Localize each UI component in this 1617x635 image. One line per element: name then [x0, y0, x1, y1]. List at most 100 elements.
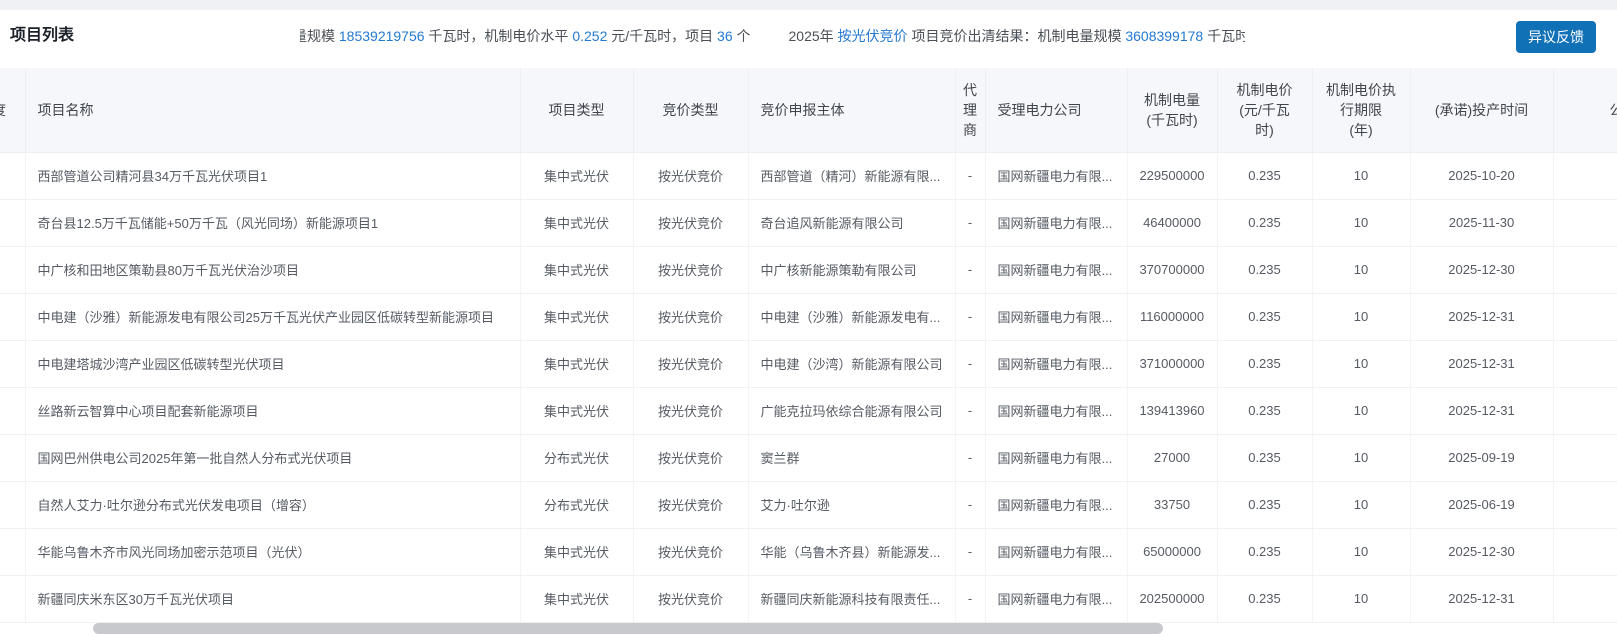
cell-mechanism-energy: 33750	[1127, 481, 1217, 528]
cell-agent: -	[955, 434, 985, 481]
cell-project-type: 集中式光伏	[520, 387, 633, 434]
cell-project-type: 集中式光伏	[520, 575, 633, 622]
header-agent: 代理商	[955, 68, 985, 152]
cell-bid-entity: 奇台追风新能源有限公司	[748, 199, 955, 246]
cell-clipped	[0, 340, 25, 387]
table-row: 西部管道公司精河县34万千瓦光伏项目1 集中式光伏 按光伏竞价 西部管道（精河）…	[0, 152, 1617, 199]
cell-mechanism-price: 0.235	[1217, 340, 1312, 387]
header-commissioning-date: (承诺)投产时间	[1410, 68, 1553, 152]
cell-agent: -	[955, 293, 985, 340]
cell-accepting-company: 国网新疆电力有限...	[985, 293, 1127, 340]
cell-project-type: 集中式光伏	[520, 340, 633, 387]
cell-project-type: 集中式光伏	[520, 293, 633, 340]
header-bid-type: 竞价类型	[633, 68, 748, 152]
cell-project-type: 集中式光伏	[520, 199, 633, 246]
cell-project-name: 中广核和田地区策勒县80万千瓦光伏治沙项目	[25, 246, 520, 293]
summary-marquee: 量规模 18539219756 千瓦时，机制电价水平 0.252 元/千瓦时，项…	[300, 10, 1245, 62]
cell-mechanism-energy: 139413960	[1127, 387, 1217, 434]
cell-mechanism-energy: 116000000	[1127, 293, 1217, 340]
cell-accepting-company: 国网新疆电力有限...	[985, 340, 1127, 387]
cell-clipped	[0, 575, 25, 622]
project-table-container: 度 项目名称 项目类型 竞价类型 竞价申报主体 代理商 受理电力公司 机制电量 …	[0, 68, 1617, 634]
cell-clipped	[0, 199, 25, 246]
cell-execution-years: 10	[1312, 528, 1410, 575]
cell-commissioning-date: 2025-12-31	[1410, 340, 1553, 387]
cell-clipped	[0, 481, 25, 528]
cell-mechanism-energy: 27000	[1127, 434, 1217, 481]
cell-agent: -	[955, 199, 985, 246]
cell-project-name: 西部管道公司精河县34万千瓦光伏项目1	[25, 152, 520, 199]
cell-execution-years: 10	[1312, 575, 1410, 622]
cell-agent: -	[955, 528, 985, 575]
summary-scale-value: 18539219756	[339, 28, 425, 44]
cell-execution-years: 10	[1312, 387, 1410, 434]
cell-accepting-company: 国网新疆电力有限...	[985, 434, 1127, 481]
cell-commissioning-date: 2025-12-31	[1410, 387, 1553, 434]
objection-feedback-button[interactable]: 异议反馈	[1516, 21, 1596, 53]
cell-project-type: 集中式光伏	[520, 152, 633, 199]
cell-commissioning-date: 2025-11-30	[1410, 199, 1553, 246]
cell-accepting-company: 国网新疆电力有限...	[985, 575, 1127, 622]
table-row: 中电建（沙雅）新能源发电有限公司25万千瓦光伏产业园区低碳转型新能源项目 集中式…	[0, 293, 1617, 340]
table-row: 华能乌鲁木齐市风光同场加密示范项目（光伏） 集中式光伏 按光伏竞价 华能（乌鲁木…	[0, 528, 1617, 575]
cell-bid-type: 按光伏竞价	[633, 387, 748, 434]
cell-clipped-last	[1553, 387, 1617, 434]
cell-project-type: 集中式光伏	[520, 528, 633, 575]
summary-result-year: 2025年	[789, 28, 838, 44]
summary-project-unit: 个	[733, 28, 751, 44]
cell-commissioning-date: 2025-09-19	[1410, 434, 1553, 481]
cell-project-name: 新疆同庆米东区30万千瓦光伏项目	[25, 575, 520, 622]
header-project-name: 项目名称	[25, 68, 520, 152]
cell-mechanism-energy: 229500000	[1127, 152, 1217, 199]
cell-clipped-last	[1553, 340, 1617, 387]
cell-project-type: 分布式光伏	[520, 481, 633, 528]
cell-clipped-last	[1553, 293, 1617, 340]
project-table: 度 项目名称 项目类型 竞价类型 竞价申报主体 代理商 受理电力公司 机制电量 …	[0, 68, 1617, 623]
cell-clipped	[0, 528, 25, 575]
cell-project-name: 丝路新云智算中心项目配套新能源项目	[25, 387, 520, 434]
cell-clipped-last	[1553, 434, 1617, 481]
header-project-type: 项目类型	[520, 68, 633, 152]
cell-bid-entity: 窦兰群	[748, 434, 955, 481]
cell-bid-entity: 中广核新能源策勒有限公司	[748, 246, 955, 293]
cell-clipped	[0, 246, 25, 293]
cell-project-name: 华能乌鲁木齐市风光同场加密示范项目（光伏）	[25, 528, 520, 575]
cell-agent: -	[955, 340, 985, 387]
summary-result-label: 项目竞价出清结果：机制电量规模	[908, 28, 1126, 44]
cell-commissioning-date: 2025-12-30	[1410, 246, 1553, 293]
cell-clipped	[0, 293, 25, 340]
cell-project-type: 集中式光伏	[520, 246, 633, 293]
cell-project-name: 奇台县12.5万千瓦储能+50万千瓦（风光同场）新能源项目1	[25, 199, 520, 246]
cell-bid-type: 按光伏竞价	[633, 528, 748, 575]
cell-accepting-company: 国网新疆电力有限...	[985, 152, 1127, 199]
cell-bid-entity: 艾力·吐尔逊	[748, 481, 955, 528]
cell-mechanism-price: 0.235	[1217, 293, 1312, 340]
cell-bid-entity: 广能克拉玛依综合能源有限公司	[748, 387, 955, 434]
cell-commissioning-date: 2025-12-31	[1410, 293, 1553, 340]
cell-project-name: 自然人艾力·吐尔逊分布式光伏发电项目（增容）	[25, 481, 520, 528]
header-execution-years: 机制电价执 行期限 (年)	[1312, 68, 1410, 152]
cell-bid-type: 按光伏竞价	[633, 246, 748, 293]
summary-price-value: 0.252	[572, 28, 607, 44]
cell-clipped	[0, 152, 25, 199]
header-mechanism-energy: 机制电量 (千瓦时)	[1127, 68, 1217, 152]
table-header-row: 度 项目名称 项目类型 竞价类型 竞价申报主体 代理商 受理电力公司 机制电量 …	[0, 68, 1617, 152]
cell-clipped-last	[1553, 575, 1617, 622]
cell-clipped-last	[1553, 246, 1617, 293]
table-body: 西部管道公司精河县34万千瓦光伏项目1 集中式光伏 按光伏竞价 西部管道（精河）…	[0, 152, 1617, 622]
cell-agent: -	[955, 246, 985, 293]
cell-execution-years: 10	[1312, 293, 1410, 340]
table-row: 中广核和田地区策勒县80万千瓦光伏治沙项目 集中式光伏 按光伏竞价 中广核新能源…	[0, 246, 1617, 293]
horizontal-scrollbar-thumb[interactable]	[93, 623, 1163, 634]
cell-clipped-last	[1553, 528, 1617, 575]
cell-clipped-last	[1553, 152, 1617, 199]
table-row: 中电建塔城沙湾产业园区低碳转型光伏项目 集中式光伏 按光伏竞价 中电建（沙湾）新…	[0, 340, 1617, 387]
cell-mechanism-energy: 202500000	[1127, 575, 1217, 622]
cell-bid-type: 按光伏竞价	[633, 152, 748, 199]
cell-bid-type: 按光伏竞价	[633, 293, 748, 340]
cell-clipped	[0, 387, 25, 434]
header-clipped-column: 度	[0, 68, 25, 152]
cell-mechanism-price: 0.235	[1217, 199, 1312, 246]
cell-bid-entity: 华能（乌鲁木齐县）新能源发...	[748, 528, 955, 575]
summary-project-count: 36	[717, 28, 733, 44]
